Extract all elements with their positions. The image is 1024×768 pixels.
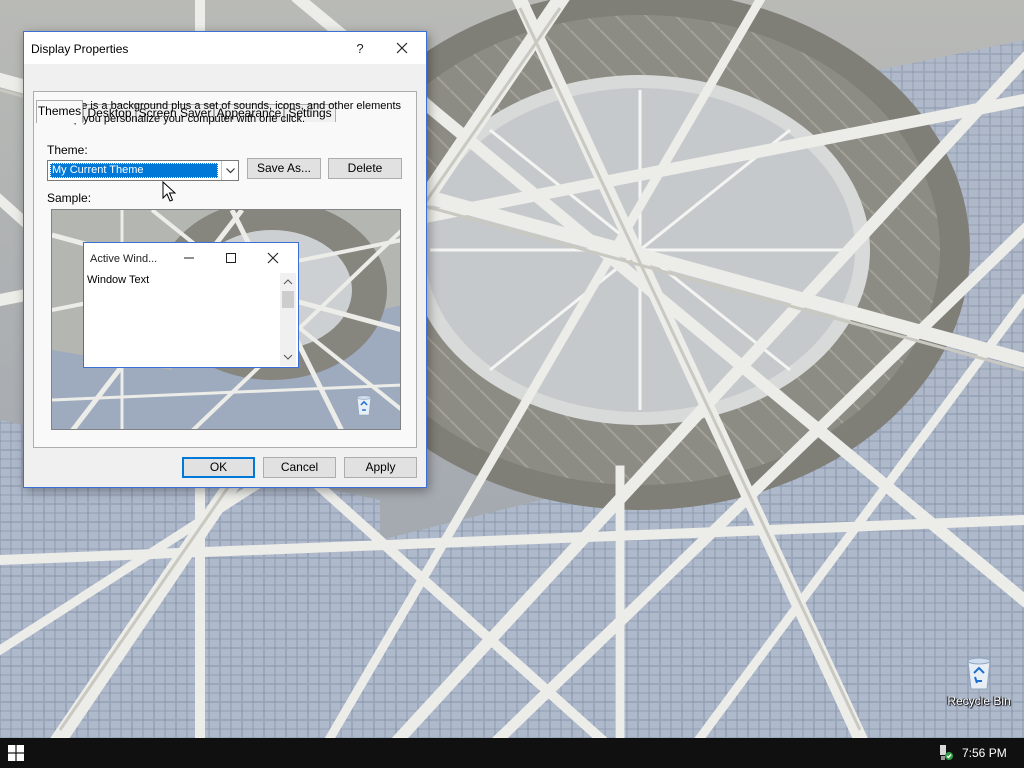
sample-preview: Active Wind... Window Text <box>51 209 401 430</box>
sample-active-window: Active Wind... Window Text <box>83 242 299 368</box>
sample-scroll-thumb <box>282 291 294 308</box>
maximize-icon <box>226 253 236 263</box>
help-button[interactable]: ? <box>346 35 374 61</box>
cancel-button[interactable]: Cancel <box>263 457 336 478</box>
theme-select-value: My Current Theme <box>50 163 218 178</box>
ok-button[interactable]: OK <box>182 457 255 478</box>
theme-label: Theme: <box>47 143 88 157</box>
close-icon <box>396 42 408 54</box>
taskbar: 7:56 PM <box>0 738 1024 768</box>
sample-window-title: Active Wind... <box>90 253 158 265</box>
display-properties-dialog: Display Properties ? Themes Desktop Scre… <box>23 31 427 488</box>
taskbar-clock[interactable]: 7:56 PM <box>962 746 1007 760</box>
close-icon <box>267 252 279 264</box>
start-button[interactable] <box>0 738 32 768</box>
save-as-button[interactable]: Save As... <box>247 158 321 179</box>
chevron-down-icon <box>283 354 293 360</box>
sample-scrollbar <box>280 273 296 366</box>
close-button[interactable] <box>388 35 416 61</box>
network-security-icon[interactable] <box>938 744 954 762</box>
desktop-icon-recycle-bin[interactable]: Recycle Bin <box>940 655 1018 708</box>
sample-label: Sample: <box>47 191 92 205</box>
dialog-titlebar[interactable]: Display Properties ? <box>24 32 426 64</box>
desktop-icon-label: Recycle Bin <box>947 694 1011 708</box>
themes-description: A theme is a background plus a set of so… <box>47 100 402 125</box>
delete-button[interactable]: Delete <box>328 158 402 179</box>
minimize-icon <box>184 257 194 259</box>
mouse-cursor-icon <box>162 181 176 202</box>
tab-themes[interactable]: Themes <box>36 100 83 123</box>
sample-window-text: Window Text <box>87 274 150 286</box>
dropdown-arrow[interactable] <box>221 161 238 180</box>
chevron-up-icon <box>283 279 293 285</box>
dialog-title: Display Properties <box>31 42 129 56</box>
theme-select[interactable]: My Current Theme <box>47 160 239 181</box>
windows-logo-icon <box>8 745 24 761</box>
recycle-bin-icon <box>356 395 372 416</box>
apply-button[interactable]: Apply <box>344 457 417 478</box>
chevron-down-icon <box>225 167 235 173</box>
recycle-bin-icon <box>967 657 991 690</box>
